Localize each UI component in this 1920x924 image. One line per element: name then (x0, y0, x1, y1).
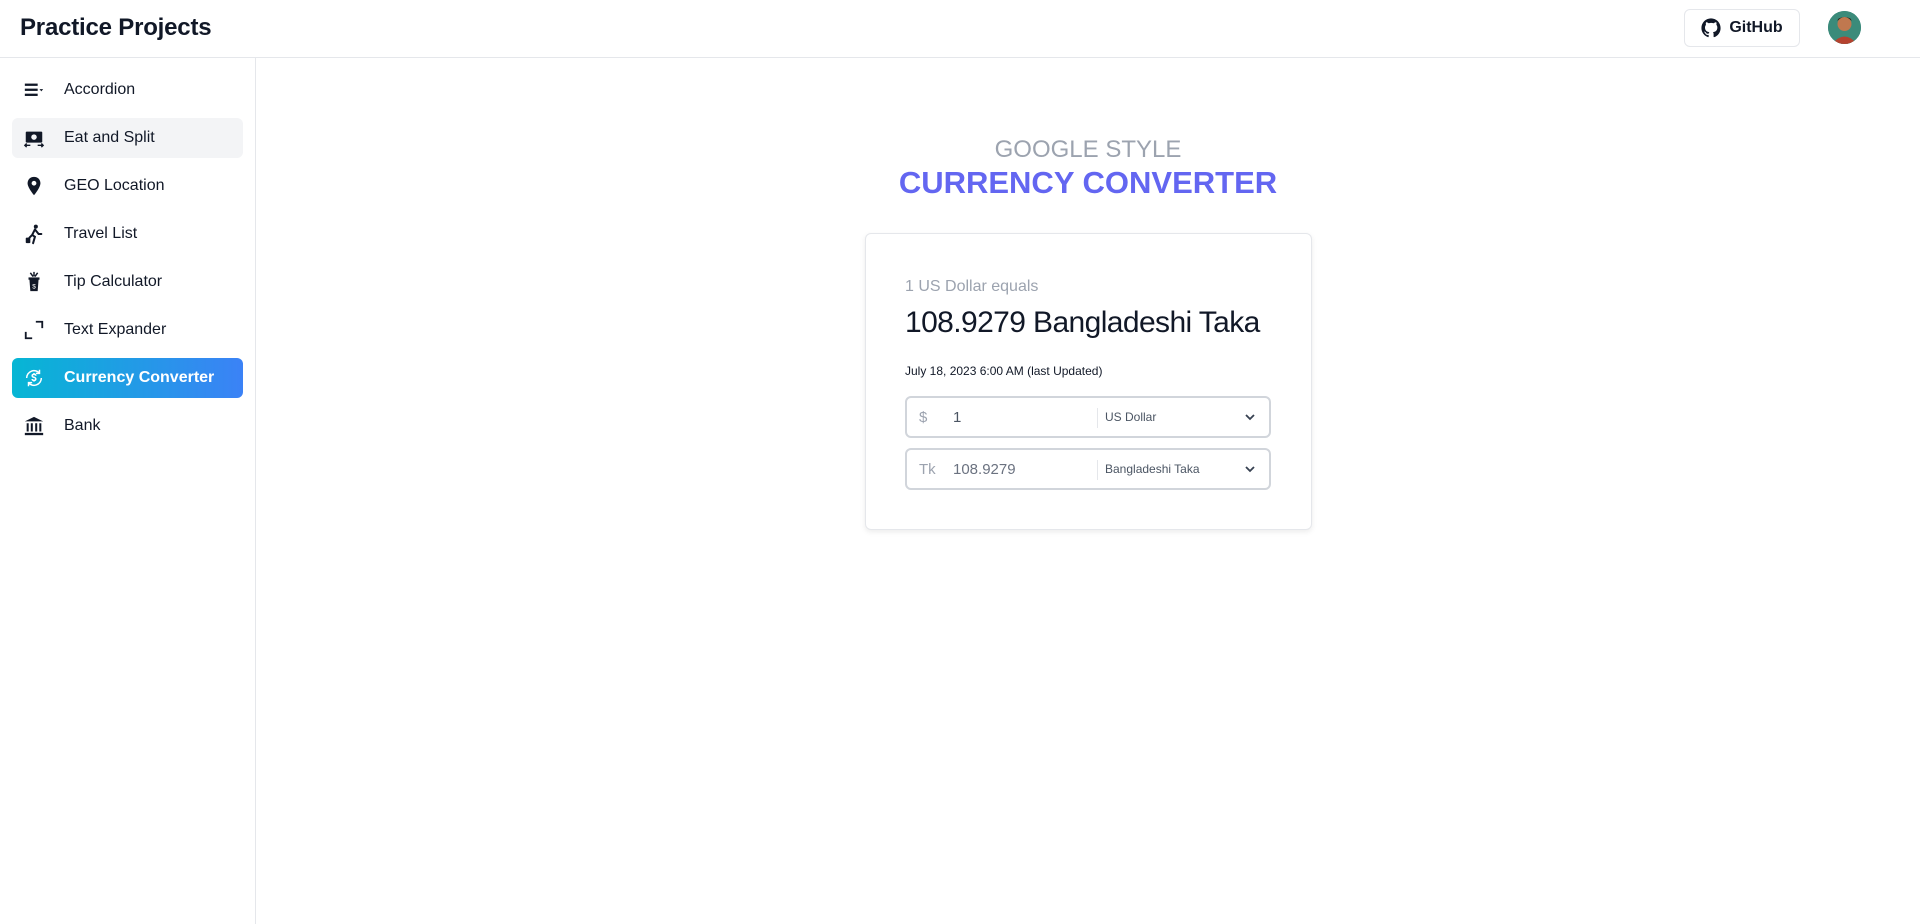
to-currency-select[interactable]: Bangladeshi Taka (1105, 462, 1200, 476)
page-title: CURRENCY CONVERTER (898, 165, 1278, 200)
sidebar: Accordion Eat and Split GEO Location Tra… (0, 58, 256, 924)
sidebar-item-label: Tip Calculator (64, 273, 163, 290)
github-button[interactable]: GitHub (1684, 9, 1800, 47)
sidebar-item-label: Travel List (64, 225, 138, 242)
top-bar: Practice Projects GitHub (0, 0, 1920, 58)
from-currency-row: $ US Dollar (905, 396, 1271, 438)
sidebar-item-bank[interactable]: Bank (12, 406, 243, 446)
last-updated-text: July 18, 2023 6:00 AM (last Updated) (905, 364, 1103, 378)
money-split-icon (20, 124, 48, 152)
page-subtitle: GOOGLE STYLE (994, 136, 1182, 163)
sidebar-item-label: Text Expander (64, 321, 167, 338)
avatar-image (1828, 11, 1861, 44)
bank-icon (20, 412, 48, 440)
github-icon (1701, 18, 1721, 38)
sidebar-item-geo-location[interactable]: GEO Location (12, 166, 243, 206)
sidebar-item-label: GEO Location (64, 177, 165, 194)
from-currency-select[interactable]: US Dollar (1105, 410, 1156, 424)
from-amount-input[interactable] (953, 406, 1093, 428)
sidebar-item-text-expander[interactable]: Text Expander (12, 310, 243, 350)
sidebar-item-travel-list[interactable]: Travel List (12, 214, 243, 254)
sidebar-item-tip-calculator[interactable]: $ Tip Calculator (12, 262, 243, 302)
chevron-down-icon[interactable] (1243, 462, 1257, 476)
app-title[interactable]: Practice Projects (20, 14, 212, 42)
svg-text:$: $ (32, 283, 36, 290)
accordion-icon (20, 76, 48, 104)
currency-exchange-icon (20, 364, 48, 392)
map-pin-icon (20, 172, 48, 200)
converted-result: 108.9279 Bangladeshi Taka (905, 306, 1260, 339)
to-currency-row: Tk Bangladeshi Taka (905, 448, 1271, 490)
tip-jar-icon: $ (20, 268, 48, 296)
divider (1097, 408, 1098, 428)
chevron-down-icon[interactable] (1243, 410, 1257, 424)
sidebar-item-label: Currency Converter (64, 369, 215, 386)
sidebar-item-eat-and-split[interactable]: Eat and Split (12, 118, 243, 158)
from-currency-symbol: $ (919, 409, 928, 426)
sidebar-item-accordion[interactable]: Accordion (12, 70, 243, 110)
rate-equals-text: 1 US Dollar equals (905, 278, 1039, 295)
expand-icon (20, 316, 48, 344)
to-currency-symbol: Tk (919, 461, 936, 478)
sidebar-item-label: Accordion (64, 81, 136, 98)
to-amount-input[interactable] (953, 458, 1093, 480)
sidebar-item-label: Bank (64, 417, 101, 434)
github-label: GitHub (1729, 19, 1783, 36)
traveler-icon (20, 220, 48, 248)
divider (1097, 460, 1098, 480)
sidebar-item-currency-converter[interactable]: Currency Converter (12, 358, 243, 398)
converter-card: 1 US Dollar equals 108.9279 Bangladeshi … (865, 233, 1312, 530)
sidebar-item-label: Eat and Split (64, 129, 155, 146)
avatar[interactable] (1828, 11, 1861, 44)
